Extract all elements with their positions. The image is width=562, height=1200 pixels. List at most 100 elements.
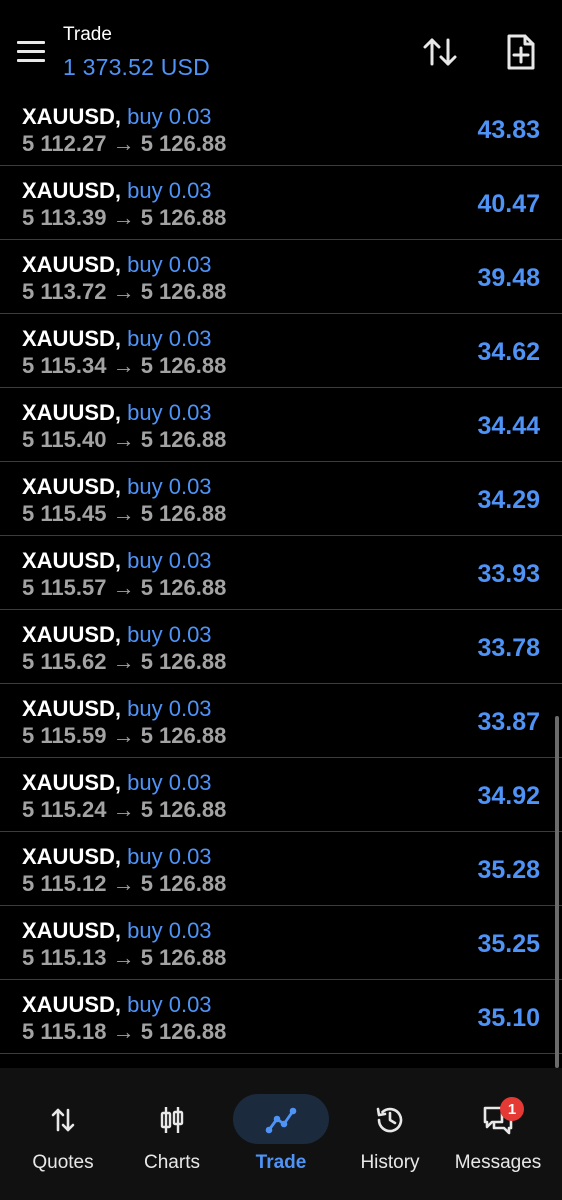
position-prices: 5 115.12 → 5 126.88	[22, 871, 226, 897]
sort-icon[interactable]	[418, 30, 462, 74]
position-title: XAUUSD, buy 0.03	[22, 622, 212, 648]
position-order: buy 0.03	[127, 178, 212, 203]
position-profit: 33.87	[477, 708, 540, 736]
open-price: 5 113.39	[22, 205, 107, 230]
nav-quotes-label: Quotes	[32, 1152, 94, 1173]
position-prices: 5 115.59 → 5 126.88	[22, 723, 226, 749]
nav-history[interactable]: History	[336, 1068, 444, 1200]
current-price: 5 126.88	[140, 427, 227, 452]
position-title: XAUUSD, buy 0.03	[22, 326, 212, 352]
position-order: buy 0.03	[127, 326, 212, 351]
price-arrow: →	[112, 575, 135, 600]
position-order: buy 0.03	[127, 992, 212, 1017]
position-order: buy 0.03	[127, 918, 212, 943]
position-row[interactable]: XAUUSD, buy 0.03 5 115.12 → 5 126.88 35.28	[0, 832, 562, 906]
position-prices: 5 115.57 → 5 126.88	[22, 575, 226, 601]
current-price: 5 126.88	[140, 575, 227, 600]
current-price: 5 126.88	[140, 871, 227, 896]
nav-charts[interactable]: Charts	[118, 1068, 226, 1200]
nav-messages[interactable]: Messages	[444, 1068, 552, 1200]
position-order: buy 0.03	[127, 548, 212, 573]
price-arrow: →	[112, 945, 135, 970]
position-row[interactable]: XAUUSD, buy 0.03 5 115.59 → 5 126.88 33.87	[0, 684, 562, 758]
position-row[interactable]: XAUUSD, buy 0.03 5 115.62 → 5 126.88 33.78	[0, 610, 562, 684]
open-price: 5 115.57	[22, 575, 107, 600]
position-profit: 35.25	[477, 930, 540, 958]
price-arrow: →	[112, 723, 135, 748]
top-app-bar: Trade 1 373.52 USD	[0, 0, 562, 103]
position-title: XAUUSD, buy 0.03	[22, 178, 212, 204]
position-prices: 5 115.40 → 5 126.88	[22, 427, 226, 453]
position-prices: 5 115.62 → 5 126.88	[22, 649, 226, 675]
position-profit: 39.48	[477, 264, 540, 292]
nav-trade[interactable]: Trade	[227, 1068, 335, 1200]
position-profit: 43.83	[477, 116, 540, 144]
nav-messages-label: Messages	[454, 1152, 542, 1173]
quotes-arrows-icon	[43, 1100, 83, 1140]
position-symbol: XAUUSD,	[22, 104, 122, 129]
account-balance: 1 373.52 USD	[63, 54, 210, 80]
position-title: XAUUSD, buy 0.03	[22, 918, 212, 944]
position-row[interactable]: XAUUSD, buy 0.03 5 115.40 → 5 126.88 34.44	[0, 388, 562, 462]
open-price: 5 115.34	[22, 353, 107, 378]
nav-trade-label: Trade	[255, 1152, 307, 1173]
scrollbar[interactable]	[555, 716, 559, 1068]
position-prices: 5 115.24 → 5 126.88	[22, 797, 226, 823]
position-symbol: XAUUSD,	[22, 844, 122, 869]
current-price: 5 126.88	[140, 131, 227, 156]
open-price: 5 115.24	[22, 797, 107, 822]
current-price: 5 126.88	[140, 279, 227, 304]
nav-history-label: History	[360, 1152, 420, 1173]
position-row[interactable]: XAUUSD, buy 0.03 5 113.72 → 5 126.88 39.48	[0, 240, 562, 314]
open-price: 5 115.18	[22, 1019, 107, 1044]
position-row[interactable]: XAUUSD, buy 0.03 5 115.34 → 5 126.88 34.62	[0, 314, 562, 388]
open-price: 5 115.59	[22, 723, 107, 748]
position-title: XAUUSD, buy 0.03	[22, 548, 212, 574]
position-row[interactable]: XAUUSD, buy 0.03 5 112.27 → 5 126.88 43.83	[0, 92, 562, 166]
current-price: 5 126.88	[140, 649, 227, 674]
position-row[interactable]: XAUUSD, buy 0.03 5 115.24 → 5 126.88 34.92	[0, 758, 562, 832]
position-symbol: XAUUSD,	[22, 548, 122, 573]
price-arrow: →	[112, 501, 135, 526]
position-row[interactable]: XAUUSD, buy 0.03 5 115.18 → 5 126.88 35.10	[0, 980, 562, 1054]
position-order: buy 0.03	[127, 770, 212, 795]
history-clock-icon	[370, 1100, 410, 1140]
position-profit: 34.62	[477, 338, 540, 366]
current-price: 5 126.88	[140, 205, 227, 230]
position-order: buy 0.03	[127, 474, 212, 499]
position-symbol: XAUUSD,	[22, 326, 122, 351]
open-price: 5 115.13	[22, 945, 107, 970]
price-arrow: →	[112, 649, 135, 674]
hamburger-menu-icon[interactable]	[17, 41, 45, 63]
current-price: 5 126.88	[140, 723, 227, 748]
current-price: 5 126.88	[140, 1019, 227, 1044]
current-price: 5 126.88	[140, 945, 227, 970]
position-row[interactable]: XAUUSD, buy 0.03 5 115.45 → 5 126.88 34.29	[0, 462, 562, 536]
nav-quotes[interactable]: Quotes	[9, 1068, 117, 1200]
position-order: buy 0.03	[127, 622, 212, 647]
open-price: 5 112.27	[22, 131, 107, 156]
position-row[interactable]: XAUUSD, buy 0.03 5 115.57 → 5 126.88 33.93	[0, 536, 562, 610]
position-row[interactable]: XAUUSD, buy 0.03 5 115.13 → 5 126.88 35.25	[0, 906, 562, 980]
position-profit: 34.29	[477, 486, 540, 514]
open-price: 5 115.45	[22, 501, 107, 526]
position-title: XAUUSD, buy 0.03	[22, 104, 212, 130]
new-document-icon[interactable]	[499, 30, 543, 74]
position-symbol: XAUUSD,	[22, 252, 122, 277]
positions-list[interactable]: XAUUSD, buy 0.03 5 112.27 → 5 126.88 43.83…	[0, 92, 562, 1054]
price-arrow: →	[112, 131, 135, 156]
position-row[interactable]: XAUUSD, buy 0.03 5 113.39 → 5 126.88 40.47	[0, 166, 562, 240]
position-title: XAUUSD, buy 0.03	[22, 400, 212, 426]
current-price: 5 126.88	[140, 353, 227, 378]
price-arrow: →	[112, 797, 135, 822]
position-prices: 5 112.27 → 5 126.88	[22, 131, 226, 157]
position-symbol: XAUUSD,	[22, 178, 122, 203]
position-title: XAUUSD, buy 0.03	[22, 992, 212, 1018]
position-symbol: XAUUSD,	[22, 992, 122, 1017]
candlestick-icon	[152, 1100, 192, 1140]
position-profit: 33.93	[477, 560, 540, 588]
open-price: 5 115.62	[22, 649, 107, 674]
position-symbol: XAUUSD,	[22, 622, 122, 647]
price-arrow: →	[112, 1019, 135, 1044]
position-prices: 5 113.39 → 5 126.88	[22, 205, 226, 231]
